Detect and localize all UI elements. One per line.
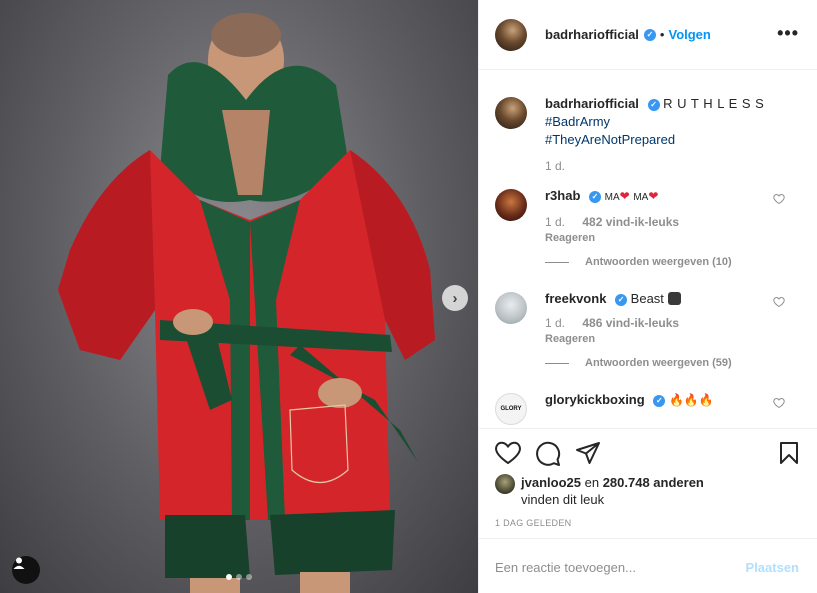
liker-username[interactable]: jvanloo25: [521, 475, 581, 490]
commenter-avatar[interactable]: GLORY: [495, 393, 527, 425]
verified-badge-icon: ✓: [615, 293, 628, 306]
post-header: badrhariofficial ✓ • Volgen: [479, 0, 817, 70]
caption-username[interactable]: badrhariofficial: [545, 96, 639, 111]
hashtag-link[interactable]: #TheyAreNotPrepared: [545, 132, 675, 147]
likes-suffix: vinden dit leuk: [521, 492, 605, 507]
action-bar: [479, 428, 817, 472]
comment-item: GLORY glorykickboxing ✓ 🔥🔥🔥: [495, 391, 801, 425]
carousel-dot-active: [226, 574, 232, 580]
add-comment-input[interactable]: [495, 557, 735, 577]
verified-badge-icon: ✓: [589, 190, 602, 203]
view-replies-label: Antwoorden weergeven (10): [585, 256, 732, 268]
gorilla-emoji-icon: [667, 292, 681, 305]
red-heart-emoji-icon: ❤: [619, 189, 630, 203]
comment-username[interactable]: freekvonk: [545, 291, 606, 306]
robe-illustration: [58, 13, 435, 593]
commenter-avatar[interactable]: [495, 189, 527, 221]
comment-likes[interactable]: 486 vind-ik-leuks: [582, 316, 679, 330]
reply-button[interactable]: Reageren: [545, 333, 801, 345]
post-sidebar: badrhariofficial ✓ • Volgen ••• badrhari…: [478, 0, 817, 593]
comment-text-part: MA: [633, 192, 649, 203]
post-timestamp[interactable]: 1 DAG GELEDEN: [495, 518, 571, 528]
view-replies-button[interactable]: Antwoorden weergeven (59): [545, 357, 801, 369]
divider-line: [545, 362, 569, 364]
comment-time[interactable]: 1 d.: [545, 215, 565, 229]
comment-text-part: MA: [604, 192, 620, 203]
view-replies-label: Antwoorden weergeven (59): [585, 357, 732, 369]
comment-time[interactable]: 1 d.: [545, 316, 565, 330]
comment-username[interactable]: glorykickboxing: [545, 392, 645, 407]
verified-badge-icon: ✓: [653, 394, 666, 407]
comments-list[interactable]: badrhariofficial ✓ R U T H L E S S #Badr…: [479, 71, 817, 427]
likes-others-link[interactable]: 280.748 anderen: [603, 475, 704, 490]
comment-text: Beast: [630, 291, 664, 306]
carousel-dots: [226, 574, 252, 580]
liker-avatar[interactable]: [495, 474, 515, 494]
comment-item: r3hab ✓ MA❤ MA❤ 1 d. 482 vind-ik-leuks R…: [495, 187, 801, 268]
user-tag-icon[interactable]: [12, 556, 40, 584]
commenter-avatar[interactable]: [495, 292, 527, 324]
like-heart-icon[interactable]: [495, 441, 521, 465]
caption: badrhariofficial ✓ R U T H L E S S #Badr…: [495, 95, 801, 173]
red-heart-emoji-icon: ❤: [648, 189, 659, 203]
comment-item: freekvonk ✓ Beast 1 d. 486 vind-ik-leuks…: [495, 290, 801, 369]
post-photo[interactable]: ›: [0, 0, 478, 593]
share-direct-icon[interactable]: [575, 441, 601, 465]
like-comment-heart-icon[interactable]: [773, 397, 785, 409]
caption-text: R U T H L E S S: [663, 96, 765, 111]
more-horizontal-icon[interactable]: •••: [777, 24, 799, 42]
follow-button[interactable]: Volgen: [668, 27, 710, 42]
verified-badge-icon: ✓: [643, 28, 656, 41]
reply-button[interactable]: Reageren: [545, 232, 801, 244]
person-icon: [13, 557, 25, 569]
caption-avatar[interactable]: [495, 97, 527, 129]
caption-time[interactable]: 1 d.: [545, 159, 801, 173]
likes-summary: jvanloo25 en 280.748 anderen vinden dit …: [495, 474, 704, 508]
instagram-post: › badrhariofficial ✓ • Volgen ••• badrha…: [0, 0, 817, 593]
fire-emoji-icon: 🔥🔥🔥: [668, 393, 714, 407]
view-replies-button[interactable]: Antwoorden weergeven (10): [545, 256, 801, 268]
comment-username[interactable]: r3hab: [545, 188, 580, 203]
separator-dot: •: [659, 27, 665, 42]
like-comment-heart-icon[interactable]: [773, 193, 785, 205]
carousel-dot: [236, 574, 242, 580]
like-comment-heart-icon[interactable]: [773, 296, 785, 308]
verified-badge-icon: ✓: [647, 98, 660, 111]
likes-connector: en: [584, 475, 600, 490]
hashtag-link[interactable]: #BadrArmy: [545, 114, 610, 129]
next-image-chevron-icon[interactable]: ›: [442, 285, 468, 311]
author-avatar[interactable]: [495, 18, 527, 51]
divider-line: [545, 261, 569, 263]
bookmark-save-icon[interactable]: [779, 441, 799, 465]
comment-likes[interactable]: 482 vind-ik-leuks: [582, 215, 679, 229]
post-comment-button[interactable]: Plaatsen: [746, 560, 799, 575]
comment-bubble-icon[interactable]: [535, 441, 561, 467]
add-comment-section: Plaatsen: [479, 538, 817, 593]
author-username[interactable]: badrhariofficial: [545, 27, 639, 42]
carousel-dot: [246, 574, 252, 580]
